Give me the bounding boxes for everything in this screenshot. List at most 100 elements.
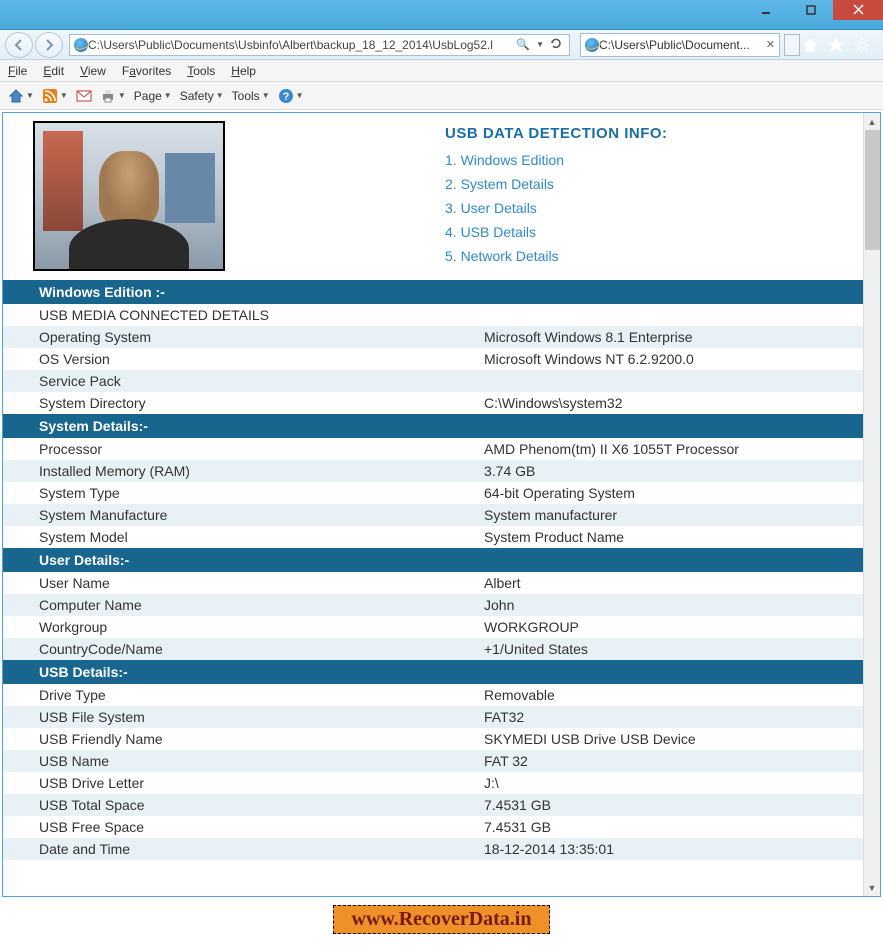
row-key: USB Name — [3, 750, 476, 772]
row-key: Operating System — [3, 326, 476, 348]
table-row: System Type64-bit Operating System — [3, 482, 863, 504]
row-key: CountryCode/Name — [3, 638, 476, 660]
row-key: USB MEDIA CONNECTED DETAILS — [3, 304, 476, 326]
mail-icon — [76, 88, 92, 104]
row-key: Installed Memory (RAM) — [3, 460, 476, 482]
table-row: USB Drive LetterJ:\ — [3, 772, 863, 794]
toolbar-safety[interactable]: Safety▼ — [180, 89, 224, 103]
row-value: FAT 32 — [476, 750, 863, 772]
row-key: USB File System — [3, 706, 476, 728]
row-value: +1/United States — [476, 638, 863, 660]
ie-tab-icon — [585, 38, 599, 52]
toc-link-usb-details[interactable]: 4. USB Details — [445, 224, 668, 240]
refresh-button[interactable] — [550, 37, 562, 52]
minimize-button[interactable] — [743, 0, 788, 20]
footer-watermark: www.RecoverData.in — [0, 899, 883, 946]
scroll-down-button[interactable]: ▼ — [864, 879, 880, 896]
scroll-thumb[interactable] — [865, 130, 880, 250]
row-key: OS Version — [3, 348, 476, 370]
table-row: USB Total Space7.4531 GB — [3, 794, 863, 816]
toc-links: USB DATA DETECTION INFO: 1. Windows Edit… — [445, 121, 668, 272]
toolbar-print[interactable]: ▼ — [100, 88, 126, 104]
row-value: SKYMEDI USB Drive USB Device — [476, 728, 863, 750]
row-value: John — [476, 594, 863, 616]
row-value: System manufacturer — [476, 504, 863, 526]
row-key: Drive Type — [3, 684, 476, 706]
scroll-up-button[interactable]: ▲ — [864, 113, 880, 130]
close-button[interactable] — [833, 0, 883, 20]
table-row: WorkgroupWORKGROUP — [3, 616, 863, 638]
page-inner: USB DATA DETECTION INFO: 1. Windows Edit… — [3, 113, 863, 860]
row-value: AMD Phenom(tm) II X6 1055T Processor — [476, 438, 863, 460]
row-key: USB Friendly Name — [3, 728, 476, 750]
toolbar-safety-label: Safety — [180, 89, 214, 103]
row-value: WORKGROUP — [476, 616, 863, 638]
toolbar-feeds[interactable]: ▼ — [42, 88, 68, 104]
row-value: FAT32 — [476, 706, 863, 728]
new-tab-button[interactable] — [784, 34, 800, 56]
menu-bar: File Edit View Favorites Tools Help — [0, 60, 883, 82]
home-icon[interactable] — [802, 37, 818, 53]
table-row: ProcessorAMD Phenom(tm) II X6 1055T Proc… — [3, 438, 863, 460]
address-bar-row: C:\Users\Public\Documents\Usbinfo\Albert… — [0, 30, 883, 60]
table-row: Date and Time18-12-2014 13:35:01 — [3, 838, 863, 860]
toolbar-tools-label: Tools — [232, 89, 260, 103]
toolbar-tools[interactable]: Tools▼ — [232, 89, 270, 103]
menu-help[interactable]: Help — [231, 64, 256, 78]
info-table: Windows Edition :-USB MEDIA CONNECTED DE… — [3, 280, 863, 860]
address-bar[interactable]: C:\Users\Public\Documents\Usbinfo\Albert… — [69, 34, 570, 56]
back-button[interactable] — [5, 32, 33, 58]
toolbar-help[interactable]: ? ▼ — [278, 88, 304, 104]
table-row: Computer NameJohn — [3, 594, 863, 616]
toolbar-read-mail[interactable] — [76, 88, 92, 104]
refresh-icon — [550, 37, 562, 49]
table-row: System DirectoryC:\Windows\system32 — [3, 392, 863, 414]
address-dropdown-icon[interactable]: ▼ — [536, 40, 544, 49]
settings-gear-icon[interactable] — [854, 37, 870, 53]
toolbar-home[interactable]: ▼ — [8, 88, 34, 104]
menu-view[interactable]: View — [80, 64, 106, 78]
row-value: Removable — [476, 684, 863, 706]
vertical-scrollbar[interactable]: ▲ ▼ — [863, 113, 880, 896]
section-header: Windows Edition :- — [3, 280, 863, 304]
report-header: USB DATA DETECTION INFO: 1. Windows Edit… — [3, 113, 863, 280]
print-icon — [100, 88, 116, 104]
row-value: J:\ — [476, 772, 863, 794]
toc-link-windows-edition[interactable]: 1. Windows Edition — [445, 152, 668, 168]
table-row: USB NameFAT 32 — [3, 750, 863, 772]
row-key: USB Free Space — [3, 816, 476, 838]
menu-favorites[interactable]: Favorites — [122, 64, 171, 78]
toc-link-system-details[interactable]: 2. System Details — [445, 176, 668, 192]
row-value: Microsoft Windows NT 6.2.9200.0 — [476, 348, 863, 370]
table-row: User NameAlbert — [3, 572, 863, 594]
row-key: System Type — [3, 482, 476, 504]
browser-tab[interactable]: C:\Users\Public\Document... ✕ — [580, 33, 780, 57]
toc-link-network-details[interactable]: 5. Network Details — [445, 248, 668, 264]
maximize-icon — [806, 5, 816, 15]
table-row: USB Free Space7.4531 GB — [3, 816, 863, 838]
menu-file[interactable]: File — [8, 64, 27, 78]
toolbar-page[interactable]: Page▼ — [134, 89, 172, 103]
row-key: Computer Name — [3, 594, 476, 616]
forward-button[interactable] — [35, 32, 63, 58]
section-header: System Details:- — [3, 414, 863, 438]
window-titlebar — [0, 0, 883, 30]
maximize-button[interactable] — [788, 0, 833, 20]
row-value: Microsoft Windows 8.1 Enterprise — [476, 326, 863, 348]
toc-link-user-details[interactable]: 3. User Details — [445, 200, 668, 216]
menu-tools[interactable]: Tools — [187, 64, 215, 78]
command-toolbar: ▼ ▼ ▼ Page▼ Safety▼ Tools▼ ? ▼ — [0, 82, 883, 110]
search-icon[interactable]: 🔍 — [516, 38, 530, 51]
toolbar-page-label: Page — [134, 89, 162, 103]
row-value: 64-bit Operating System — [476, 482, 863, 504]
address-text: C:\Users\Public\Documents\Usbinfo\Albert… — [88, 38, 513, 52]
menu-edit[interactable]: Edit — [43, 64, 64, 78]
table-row: Service Pack — [3, 370, 863, 392]
minimize-icon — [760, 4, 772, 16]
table-row: System ModelSystem Product Name — [3, 526, 863, 548]
report-title: USB DATA DETECTION INFO: — [445, 125, 668, 142]
help-icon: ? — [278, 88, 294, 104]
tab-close-button[interactable]: ✕ — [766, 38, 775, 51]
favorites-star-icon[interactable] — [828, 37, 844, 53]
row-value: 7.4531 GB — [476, 794, 863, 816]
